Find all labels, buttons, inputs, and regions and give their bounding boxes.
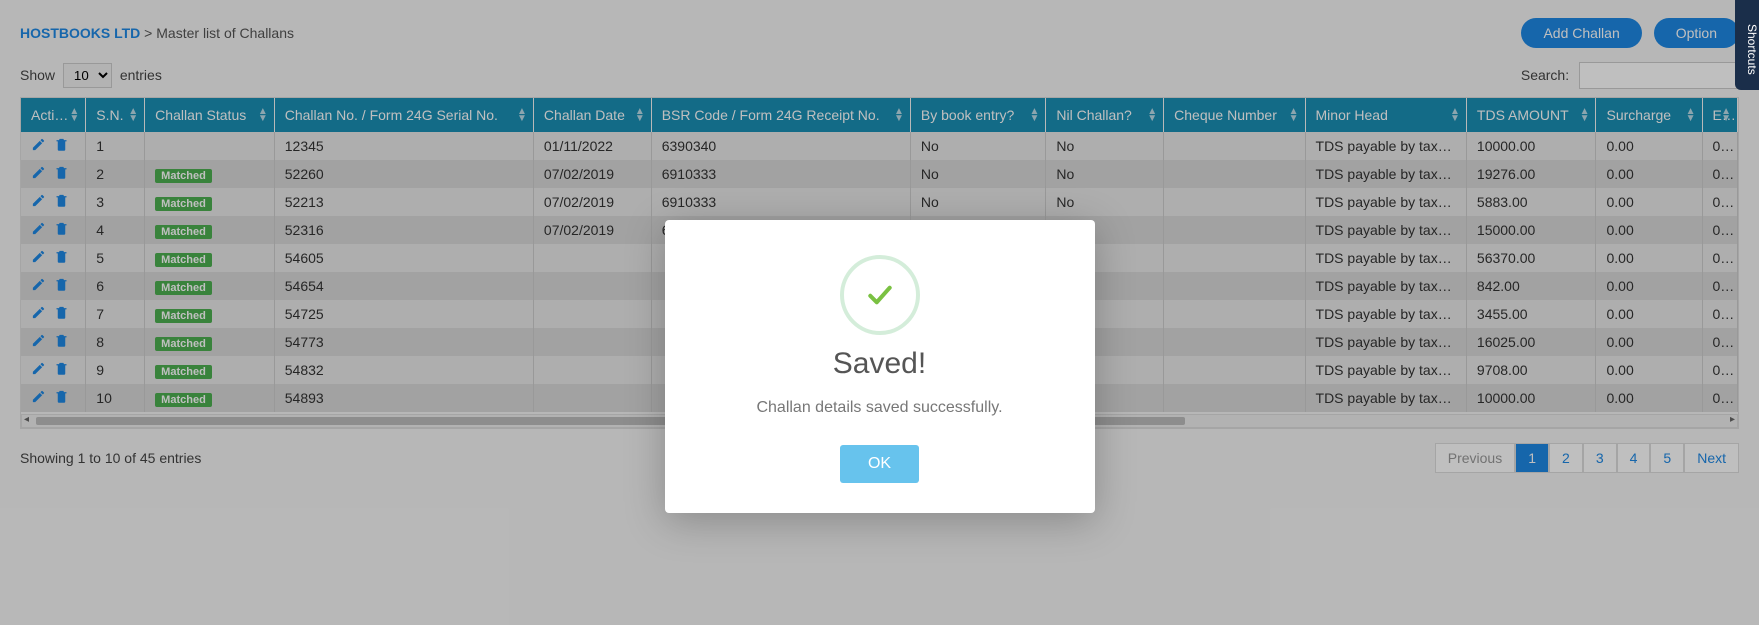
shortcuts-tab[interactable]: Shortcuts bbox=[1735, 0, 1759, 90]
modal-message: Challan details saved successfully. bbox=[695, 399, 1065, 417]
modal-title: Saved! bbox=[695, 347, 1065, 381]
saved-modal: Saved! Challan details saved successfull… bbox=[665, 220, 1095, 513]
modal-ok-button[interactable]: OK bbox=[840, 445, 919, 483]
check-circle-icon bbox=[840, 255, 920, 335]
